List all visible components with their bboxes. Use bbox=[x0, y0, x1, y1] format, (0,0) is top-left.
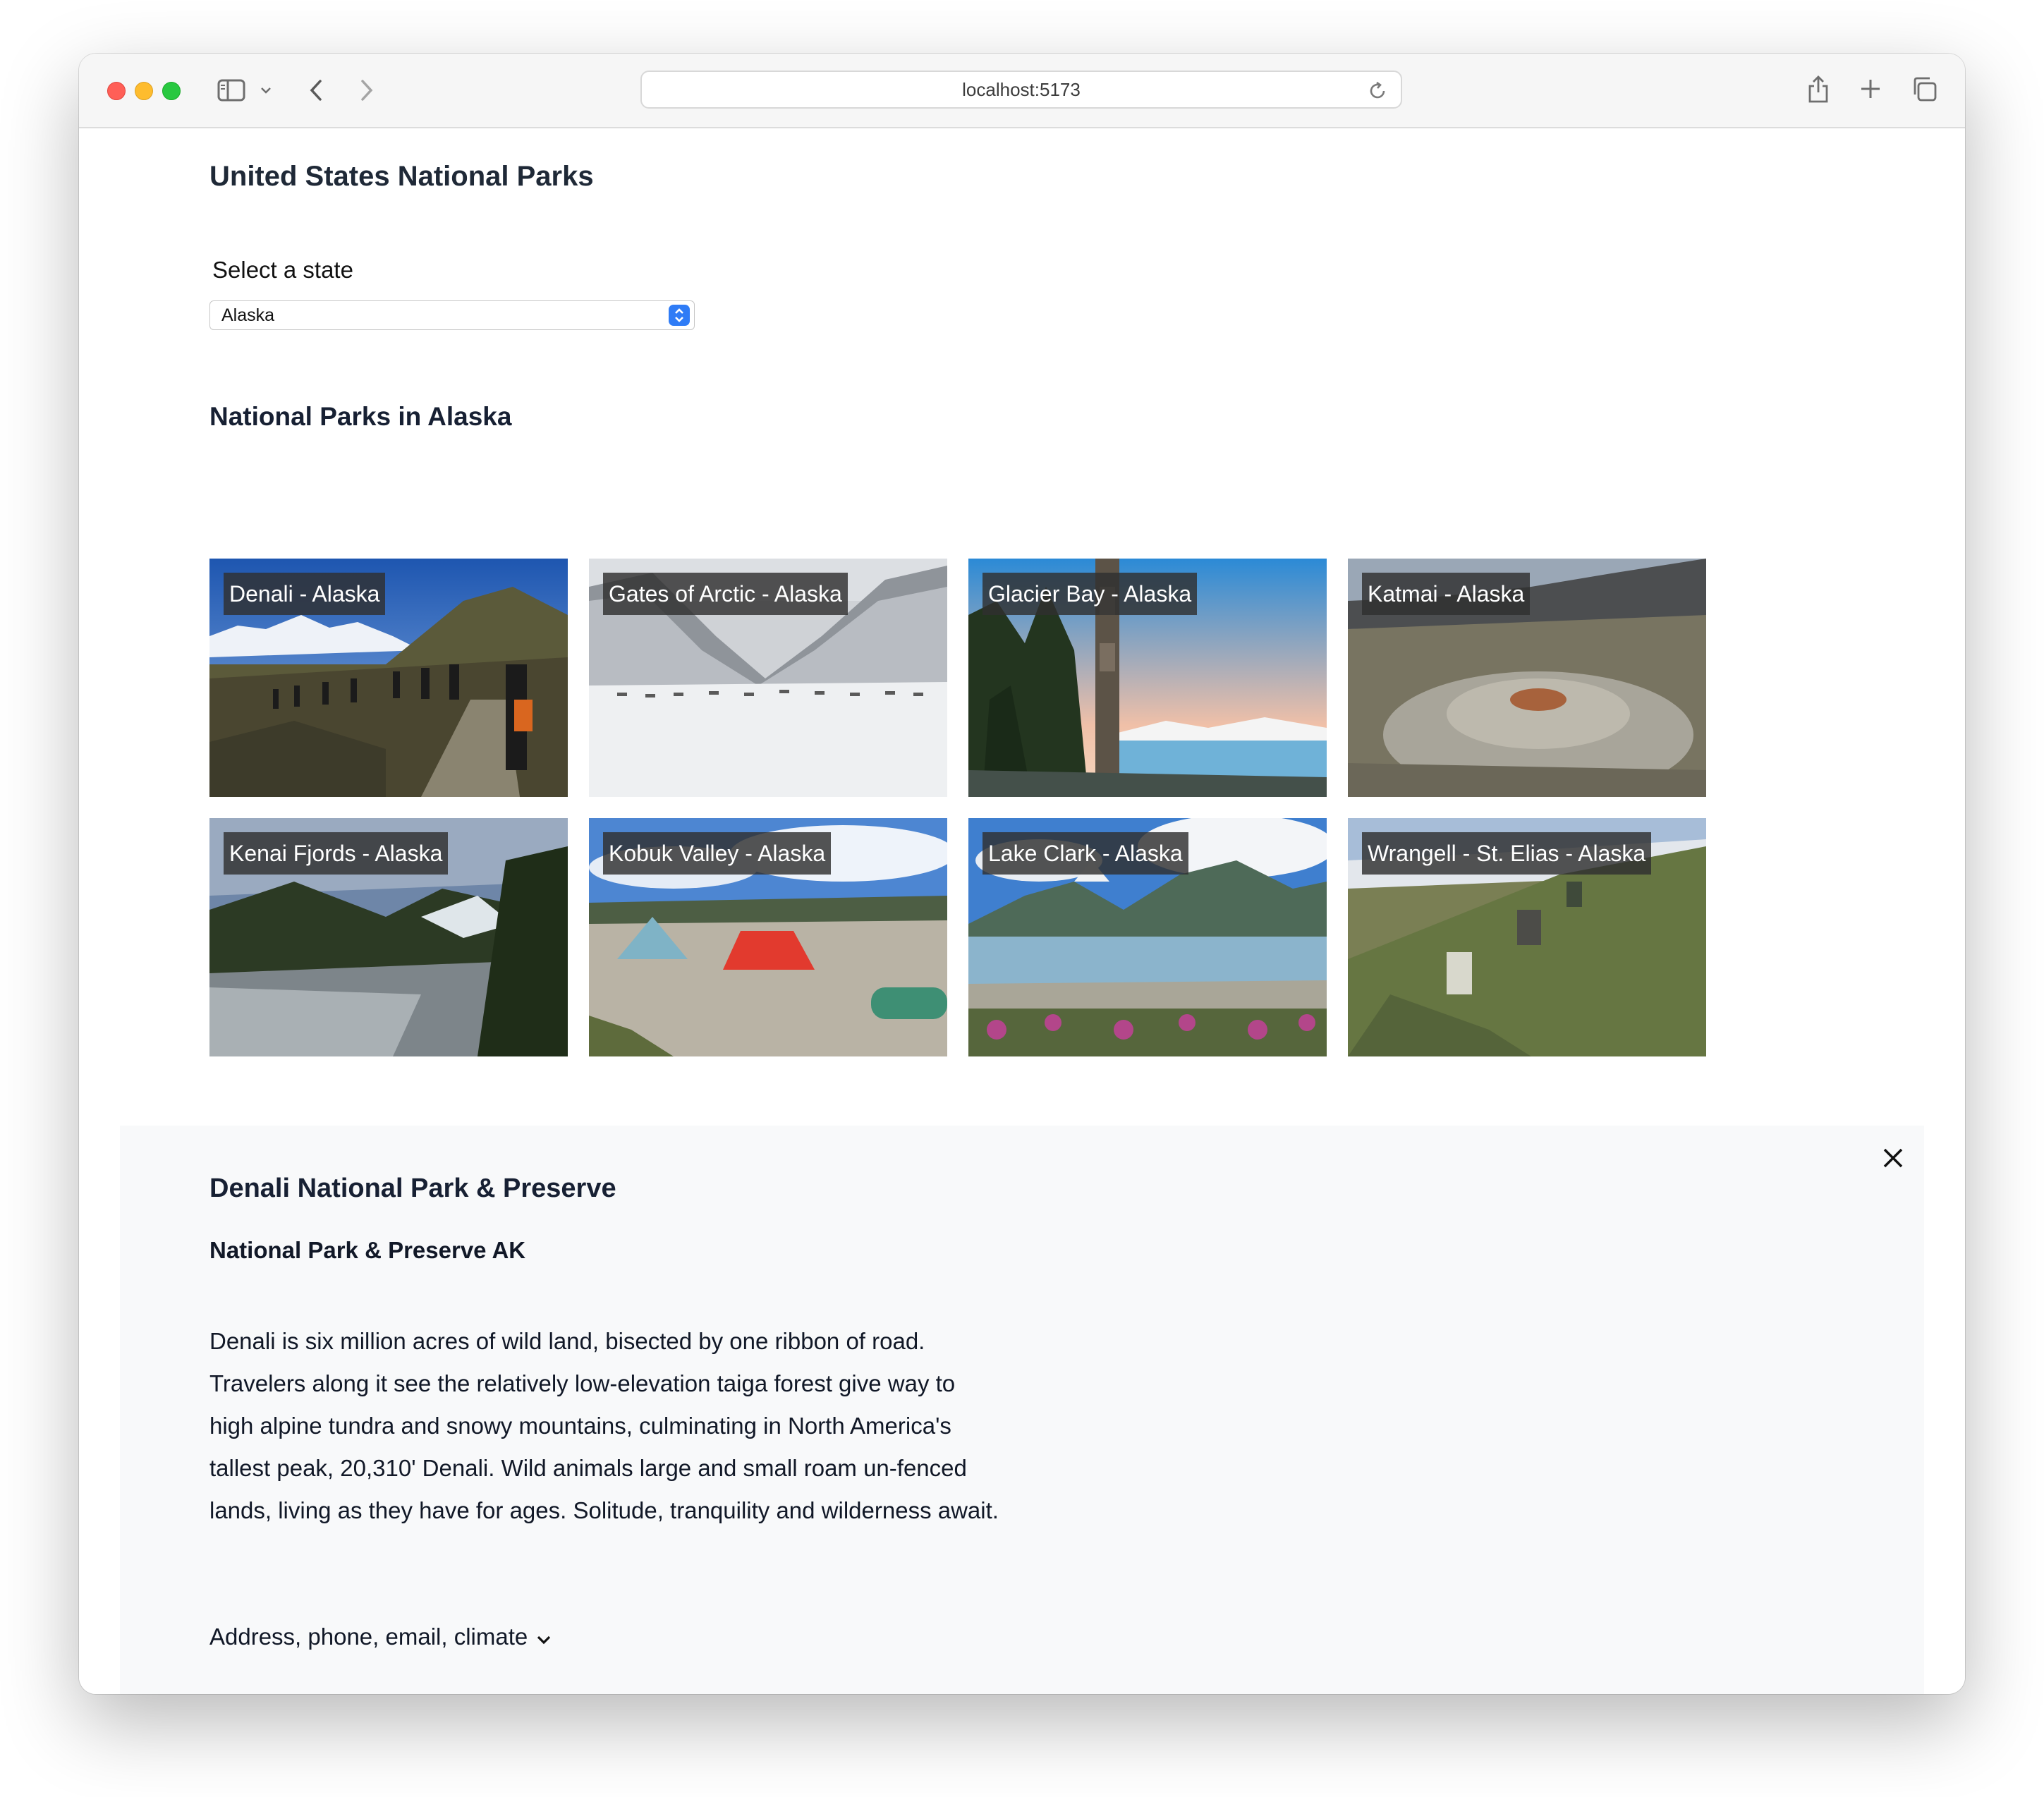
sidebar-icon[interactable] bbox=[216, 76, 247, 104]
url-text: localhost:5173 bbox=[962, 78, 1081, 100]
browser-toolbar: localhost:5173 bbox=[79, 54, 1965, 128]
forward-icon[interactable] bbox=[354, 75, 379, 106]
park-detail-title: Denali National Park & Preserve bbox=[209, 1174, 616, 1203]
minimize-window-button[interactable] bbox=[135, 82, 153, 100]
close-icon[interactable] bbox=[1878, 1143, 1909, 1174]
share-icon[interactable] bbox=[1804, 72, 1832, 106]
back-icon[interactable] bbox=[303, 75, 329, 106]
park-card-label: Wrangell - St. Elias - Alaska bbox=[1362, 832, 1652, 875]
park-card-label: Lake Clark - Alaska bbox=[983, 832, 1188, 875]
park-card-label: Kobuk Valley - Alaska bbox=[603, 832, 832, 875]
park-card-glacier-bay[interactable]: Glacier Bay - Alaska bbox=[968, 559, 1327, 797]
reload-icon[interactable] bbox=[1367, 80, 1388, 106]
browser-window: localhost:5173 United States National Pa… bbox=[79, 54, 1965, 1694]
zoom-window-button[interactable] bbox=[162, 82, 181, 100]
address-bar[interactable]: localhost:5173 bbox=[640, 71, 1402, 109]
parks-section-heading: National Parks in Alaska bbox=[209, 402, 512, 431]
close-window-button[interactable] bbox=[107, 82, 126, 100]
state-select-value: Alaska bbox=[221, 305, 275, 325]
park-card-label: Kenai Fjords - Alaska bbox=[224, 832, 449, 875]
park-card-label: Denali - Alaska bbox=[224, 573, 386, 615]
page-content: United States National Parks Select a st… bbox=[79, 128, 1965, 1694]
more-info-label: Address, phone, email, climate bbox=[209, 1624, 528, 1650]
park-card-katmai[interactable]: Katmai - Alaska bbox=[1348, 559, 1706, 797]
park-detail-panel: Denali National Park & Preserve National… bbox=[120, 1126, 1924, 1694]
chevron-down-icon[interactable] bbox=[258, 82, 274, 99]
chevron-down-icon bbox=[536, 1624, 552, 1650]
more-info-toggle[interactable]: Address, phone, email, climate bbox=[209, 1624, 552, 1650]
page-title: United States National Parks bbox=[209, 161, 594, 192]
state-select[interactable]: Alaska bbox=[209, 300, 695, 330]
park-card-lake-clark[interactable]: Lake Clark - Alaska bbox=[968, 818, 1327, 1056]
park-card-denali[interactable]: Denali - Alaska bbox=[209, 559, 568, 797]
park-card-kenai-fjords[interactable]: Kenai Fjords - Alaska bbox=[209, 818, 568, 1056]
park-designation: National Park & Preserve AK bbox=[209, 1237, 526, 1263]
park-card-gates-of-arctic[interactable]: Gates of Arctic - Alaska bbox=[589, 559, 947, 797]
park-card-label: Katmai - Alaska bbox=[1362, 573, 1531, 615]
park-card-wrangell-st-elias[interactable]: Wrangell - St. Elias - Alaska bbox=[1348, 818, 1706, 1056]
tab-overview-icon[interactable] bbox=[1909, 73, 1940, 104]
state-select-label: Select a state bbox=[212, 257, 353, 283]
chevron-up-down-icon bbox=[669, 305, 690, 326]
park-card-label: Gates of Arctic - Alaska bbox=[603, 573, 848, 615]
park-description: Denali is six million acres of wild land… bbox=[209, 1328, 999, 1523]
park-card-label: Glacier Bay - Alaska bbox=[983, 573, 1198, 615]
park-card-kobuk-valley[interactable]: Kobuk Valley - Alaska bbox=[589, 818, 947, 1056]
new-tab-icon[interactable] bbox=[1856, 75, 1885, 103]
